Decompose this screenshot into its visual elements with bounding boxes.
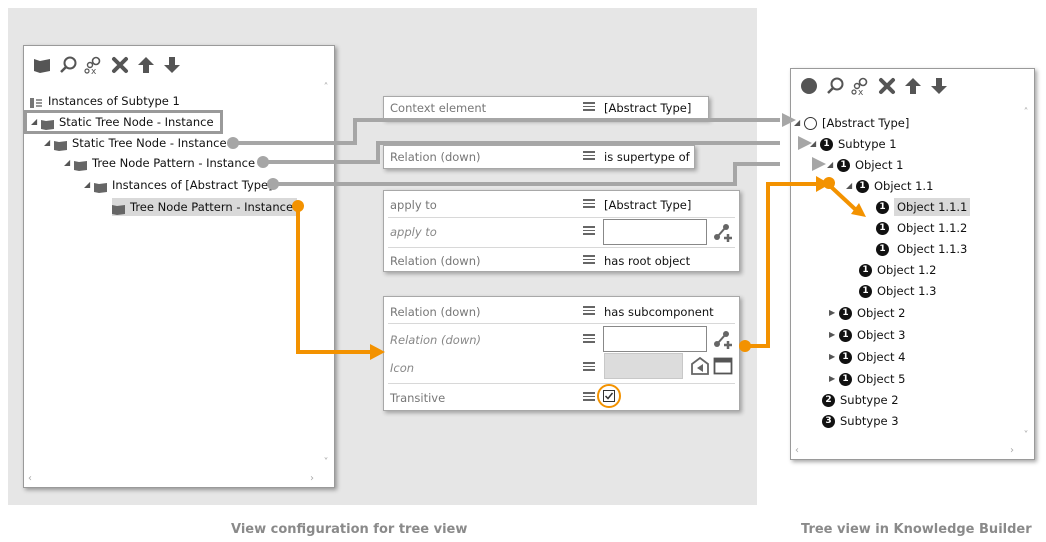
connector-dot	[227, 137, 239, 149]
connector-root-object	[273, 162, 780, 186]
arrowhead	[782, 113, 796, 127]
connector-supertype	[263, 141, 780, 164]
connector-context	[233, 118, 780, 145]
arrowhead	[370, 344, 385, 360]
caption-view-configuration: View configuration for tree view	[231, 522, 468, 537]
connector-pattern-to-block	[296, 206, 372, 354]
caption-tree-view: Tree view in Knowledge Builder	[801, 522, 1032, 537]
connector-dot	[267, 178, 279, 190]
connector-block-to-object	[746, 182, 818, 348]
connector-dot	[257, 156, 269, 168]
connector-dot	[739, 340, 751, 352]
arrowhead	[812, 157, 826, 171]
arrowhead	[798, 136, 812, 150]
connector-overlay	[227, 113, 866, 360]
connector-dot	[292, 200, 304, 212]
